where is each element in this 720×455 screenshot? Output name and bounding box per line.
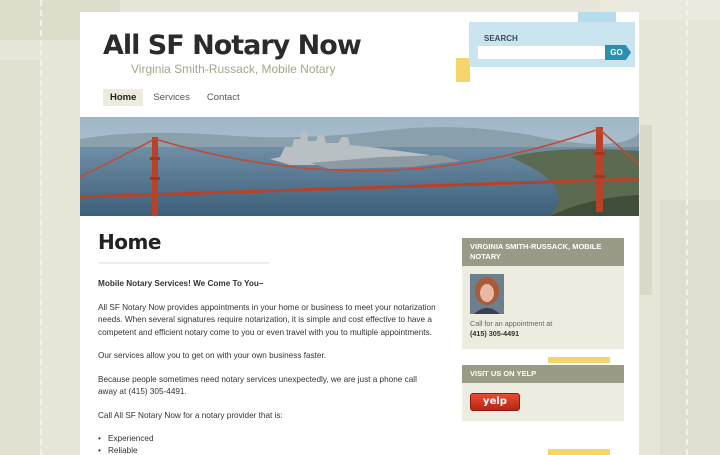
header-banner-image — [80, 117, 639, 216]
qualities-list: Experienced Reliable — [98, 433, 438, 455]
bg-decor-5 — [660, 200, 720, 455]
yelp-badge-icon[interactable]: yelp — [470, 393, 520, 411]
content-paragraph: Our services allow you to get on with yo… — [98, 351, 326, 360]
nav-item-contact[interactable]: Contact — [200, 89, 247, 106]
bg-dash-2 — [686, 0, 688, 455]
yellow-accent-2 — [548, 449, 610, 455]
profile-photo — [470, 274, 504, 314]
list-item: Reliable — [98, 445, 438, 455]
search-label: SEARCH — [484, 34, 518, 43]
search-widget: SEARCH GO — [469, 22, 635, 67]
search-decor-left — [456, 58, 470, 82]
phone-number: (415) 305-4491 — [470, 329, 520, 338]
sidebar: VIRGINIA SMITH-RUSSACK, MOBILE NOTARY Ca… — [462, 238, 624, 437]
search-go-button[interactable]: GO — [605, 45, 631, 60]
golden-gate-bridge-image — [80, 117, 639, 216]
bg-decor-2 — [0, 60, 40, 455]
site-title[interactable]: All SF Notary Now — [103, 30, 362, 61]
main-nav: Home Services Contact — [103, 89, 250, 106]
yelp-widget: VISIT US ON YELP yelp — [462, 365, 624, 421]
profile-widget-title: VIRGINIA SMITH-RUSSACK, MOBILE NOTARY — [462, 238, 624, 266]
appointment-text: Call for an appointment at — [470, 319, 553, 328]
nav-item-services[interactable]: Services — [146, 89, 196, 106]
search-input[interactable] — [478, 46, 606, 59]
nav-item-home[interactable]: Home — [103, 89, 144, 106]
search-decor-top — [578, 12, 616, 22]
lead-text: Mobile Notary Services! We Come To You– — [98, 279, 264, 288]
page: All SF Notary Now Virginia Smith-Russack… — [80, 12, 639, 455]
bg-dash-1 — [40, 0, 42, 455]
page-title: Home — [98, 230, 270, 264]
site-tagline: Virginia Smith-Russack, Mobile Notary — [131, 62, 336, 76]
content-paragraph: Because people sometimes need notary ser… — [98, 374, 417, 397]
yelp-widget-title: VISIT US ON YELP — [462, 365, 624, 383]
main-content: Home Mobile Notary Services! We Come To … — [98, 230, 438, 455]
list-item: Experienced — [98, 433, 438, 445]
bg-decor-3 — [640, 125, 652, 295]
profile-widget: VIRGINIA SMITH-RUSSACK, MOBILE NOTARY Ca… — [462, 238, 624, 349]
content-paragraph: Call All SF Notary Now for a notary prov… — [98, 410, 283, 420]
content-paragraph: All SF Notary Now provides appointments … — [98, 302, 436, 337]
yellow-accent-1 — [548, 357, 610, 363]
